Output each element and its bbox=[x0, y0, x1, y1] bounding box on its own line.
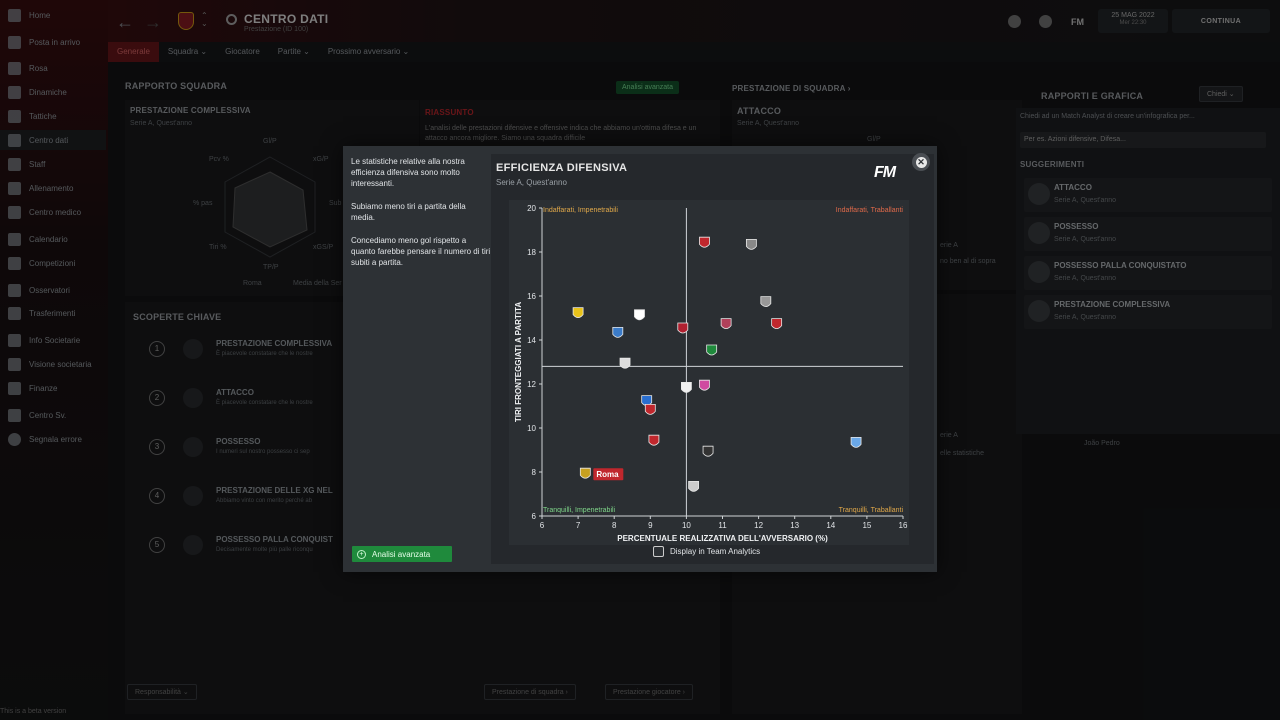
x-axis-label: PERCENTUALE REALIZZATIVA DELL'AVVERSARIO… bbox=[617, 534, 828, 543]
plot-background bbox=[509, 200, 909, 545]
team-badge-point bbox=[688, 481, 700, 492]
explanation-paragraph: Le statistiche relative alla nostra effi… bbox=[351, 157, 465, 188]
y-tick-label: 20 bbox=[527, 204, 536, 213]
team-badge-point bbox=[681, 382, 692, 393]
team-badge-point bbox=[644, 404, 656, 415]
modal-explanation: Le statistiche relative alla nostra effi… bbox=[351, 156, 491, 280]
y-tick-label: 16 bbox=[527, 292, 536, 301]
team-badge-point bbox=[619, 357, 631, 369]
fm-logo: FM bbox=[874, 164, 896, 181]
x-tick-label: 10 bbox=[682, 521, 691, 530]
explanation-paragraph: Concediamo meno gol rispetto a quanto fa… bbox=[351, 236, 491, 267]
highlight-label: Roma bbox=[596, 470, 619, 479]
close-icon: ✕ bbox=[915, 156, 927, 168]
y-axis-label: TIRI FRONTEGGIATI A PARTITA bbox=[514, 302, 523, 423]
advanced-analysis-label: Analisi avanzata bbox=[372, 549, 431, 559]
y-tick-label: 14 bbox=[527, 336, 536, 345]
team-badge-point bbox=[677, 322, 689, 334]
team-badge-point bbox=[572, 307, 584, 318]
x-tick-label: 14 bbox=[826, 521, 835, 530]
display-checkbox[interactable] bbox=[653, 546, 664, 557]
y-tick-label: 18 bbox=[527, 248, 536, 257]
team-badge-point bbox=[771, 318, 783, 329]
team-badge-point bbox=[612, 327, 624, 338]
quadrant-label-bottom-right: Tranquilli, Traballanti bbox=[839, 507, 904, 514]
defensive-efficiency-modal: Le statistiche relative alla nostra effi… bbox=[343, 146, 937, 572]
x-tick-label: 12 bbox=[754, 521, 763, 530]
team-badge-point bbox=[634, 309, 645, 321]
team-badge-point bbox=[760, 296, 772, 307]
x-tick-label: 9 bbox=[648, 521, 653, 530]
advanced-analysis-button[interactable]: + Analisi avanzata bbox=[352, 546, 452, 562]
x-tick-label: 13 bbox=[790, 521, 799, 530]
explanation-paragraph: Subiamo meno tiri a partita della media. bbox=[351, 202, 466, 222]
x-tick-label: 7 bbox=[576, 521, 581, 530]
team-badge-point bbox=[648, 434, 660, 446]
y-tick-label: 6 bbox=[532, 512, 537, 521]
x-tick-label: 15 bbox=[862, 521, 871, 530]
x-tick-label: 16 bbox=[899, 521, 908, 530]
quadrant-label-bottom-left: Tranquilli, Impenetrabili bbox=[543, 507, 616, 514]
team-badge-point bbox=[706, 344, 718, 356]
team-badge-point bbox=[850, 437, 862, 448]
y-tick-label: 10 bbox=[527, 424, 536, 433]
y-tick-label: 8 bbox=[532, 468, 537, 477]
chart-title: EFFICIENZA DIFENSIVA bbox=[496, 162, 628, 174]
team-badge-point bbox=[745, 239, 757, 250]
y-tick-label: 12 bbox=[527, 380, 536, 389]
checkbox-label: Display in Team Analytics bbox=[670, 547, 761, 556]
close-button[interactable]: ✕ bbox=[912, 153, 930, 171]
team-badge-point bbox=[699, 236, 710, 248]
display-in-team-analytics[interactable]: Display in Team Analytics bbox=[653, 546, 760, 557]
quadrant-label-top-left: Indaffarati, Impenetrabili bbox=[543, 207, 618, 214]
chart-panel: EFFICIENZA DIFENSIVA Serie A, Quest'anno… bbox=[491, 154, 934, 564]
quadrant-label-top-right: Indaffarati, Traballanti bbox=[836, 207, 904, 214]
plus-icon: + bbox=[357, 549, 366, 559]
team-badge-point bbox=[702, 445, 714, 457]
x-tick-label: 8 bbox=[612, 521, 617, 530]
chart-subtitle: Serie A, Quest'anno bbox=[496, 178, 567, 187]
x-tick-label: 6 bbox=[540, 521, 545, 530]
scatter-chart: 6 7 8 9 10 11 12 13 14 15 16 6 8 10 12 14 16 18 20 Indaffar… bbox=[509, 200, 909, 545]
x-tick-label: 11 bbox=[718, 521, 727, 530]
team-badge-point bbox=[720, 318, 732, 329]
team-badge-point bbox=[699, 379, 710, 391]
team-badge-point bbox=[579, 467, 591, 479]
